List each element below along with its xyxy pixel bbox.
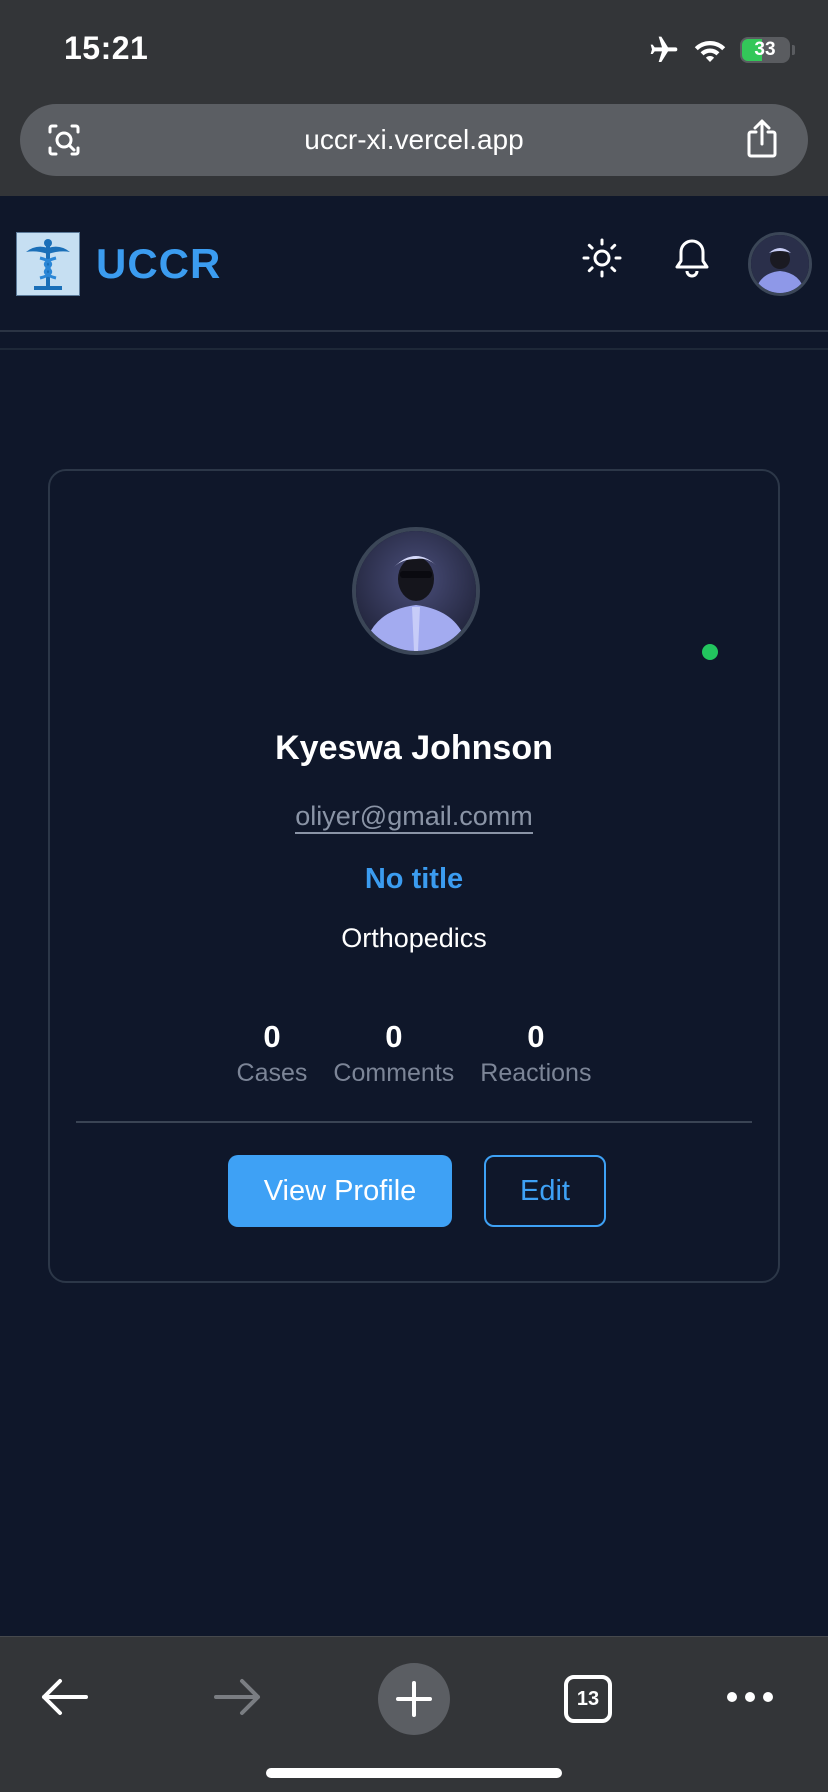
url-text[interactable]: uccr-xi.vercel.app [20,124,808,156]
app-header: UCCR [0,196,828,332]
stat-comments-value: 0 [385,1019,403,1054]
profile-avatar [352,527,480,655]
brand-name[interactable]: UCCR [96,240,221,288]
card-divider [76,1121,752,1123]
profile-name: Kyeswa Johnson [275,729,553,767]
airplane-icon [650,36,678,62]
url-bar[interactable]: uccr-xi.vercel.app [20,104,808,176]
caduceus-logo[interactable] [16,232,80,296]
status-icons: 33 [648,34,795,66]
tabs-icon[interactable]: 13 [564,1675,612,1723]
profile-department: Orthopedics [341,923,487,953]
battery-level: 33 [754,39,776,60]
stat-comments-label: Comments [333,1059,455,1087]
home-indicator[interactable] [266,1768,562,1778]
sun-icon[interactable] [580,236,624,280]
share-icon[interactable] [742,118,782,160]
plus-icon [396,1681,432,1717]
profile-card: Kyeswa Johnson oliyer@gmail.comm No titl… [48,469,780,1283]
profile-title: No title [364,863,464,895]
browser-top-bar: 15:21 33 uccr-xi.vercel.app [0,0,828,196]
back-arrow-icon[interactable] [38,1677,90,1717]
view-profile-button[interactable]: View Profile [228,1155,452,1227]
profile-email[interactable]: oliyer@gmail.comm [50,801,778,834]
new-tab-button[interactable] [378,1663,450,1735]
user-avatar[interactable] [748,232,812,296]
stat-cases: 0 Cases [236,1019,309,1089]
profile-stats: 0 Cases 0 Comments 0 Reactions [50,1019,778,1089]
wifi-icon [694,41,726,62]
status-time: 15:21 [64,30,149,66]
stat-comments: 0 Comments [332,1019,455,1089]
bell-icon[interactable] [670,236,714,280]
forward-arrow-icon[interactable] [212,1677,264,1717]
online-status-indicator [702,644,718,660]
edit-profile-button[interactable]: Edit [484,1155,606,1227]
header-divider [0,348,828,350]
stat-cases-value: 0 [263,1019,281,1054]
more-icon[interactable] [724,1689,776,1705]
battery-charging-icon: 33 [740,37,795,63]
stat-reactions-label: Reactions [480,1059,592,1087]
stat-cases-label: Cases [236,1059,308,1087]
stat-reactions: 0 Reactions [479,1019,592,1089]
profile-email-link[interactable]: oliyer@gmail.comm [295,801,533,834]
stat-reactions-value: 0 [527,1019,545,1054]
